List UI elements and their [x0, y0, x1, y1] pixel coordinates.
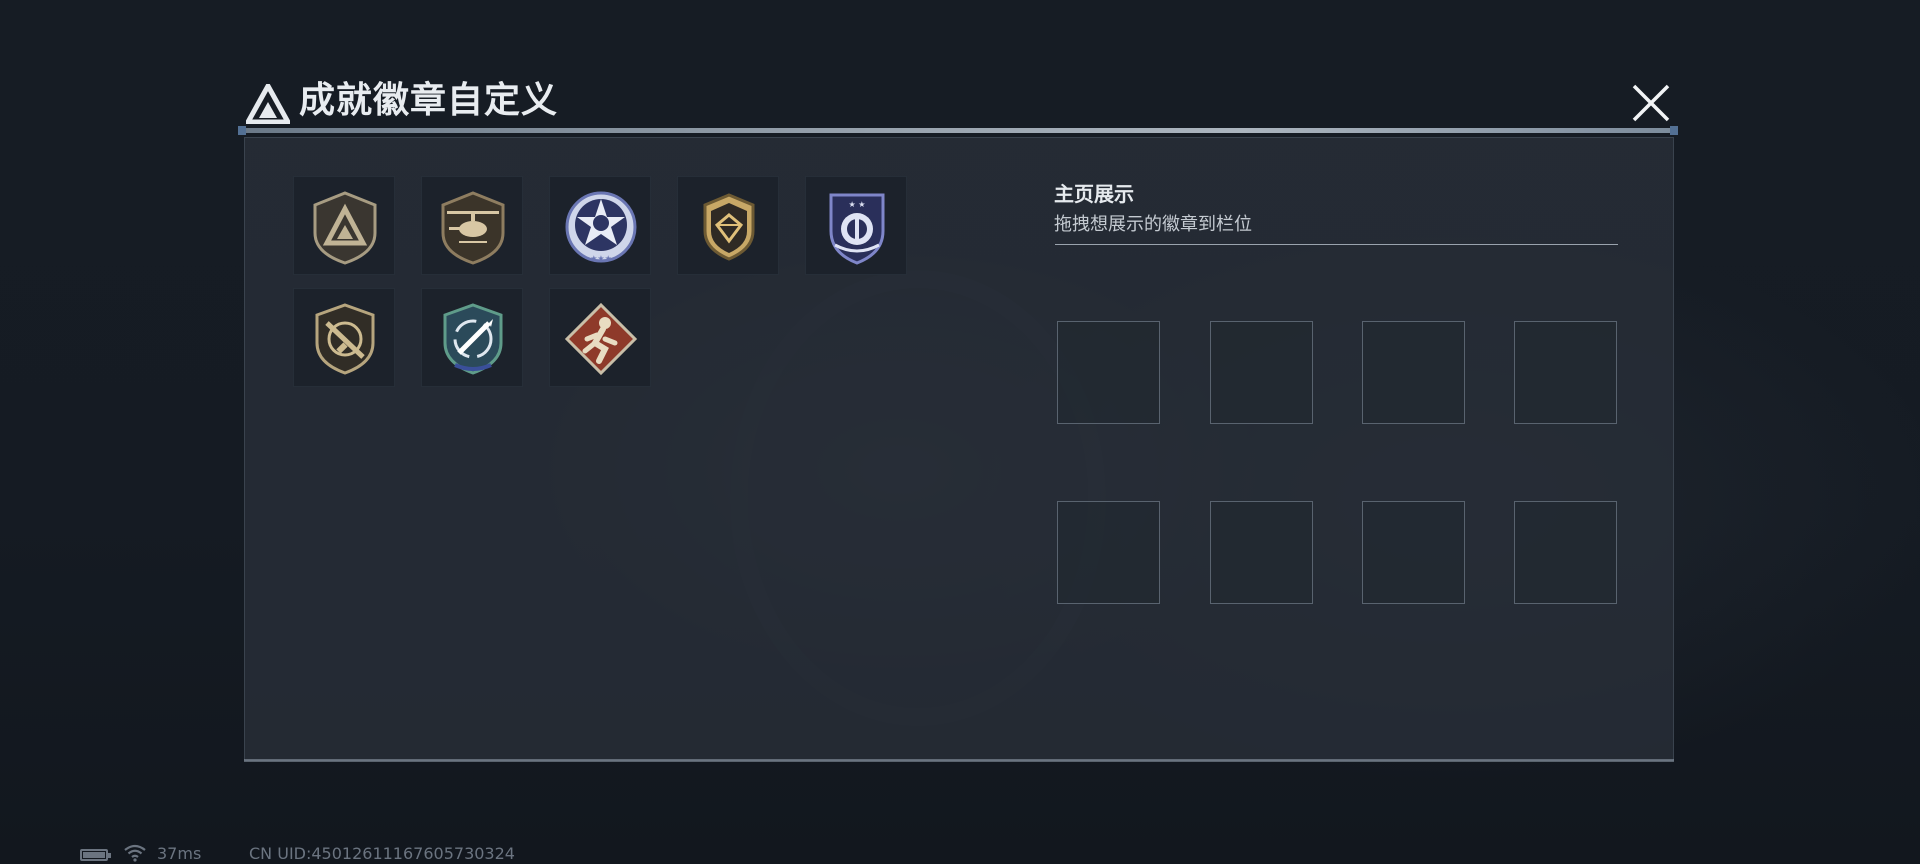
panel-bottom-edge [244, 759, 1674, 762]
dialog-title-bar: 成就徽章自定义 [238, 78, 1678, 135]
display-slot-5[interactable] [1057, 501, 1160, 604]
badge-helicopter[interactable] [421, 176, 523, 275]
player-uid: CN UID:450126111676057303​24 [249, 844, 515, 863]
homepage-display-divider [1055, 244, 1618, 245]
svg-text:★ ★: ★ ★ [849, 200, 866, 209]
dialog-title: 成就徽章自定义 [299, 80, 559, 121]
badge-star-skull[interactable]: ★★★ [549, 176, 651, 275]
display-slot-1[interactable] [1057, 321, 1160, 424]
badge-eagle-shield[interactable]: ★ ★ [805, 176, 907, 275]
close-button[interactable] [1628, 80, 1674, 126]
title-divider [238, 126, 1678, 135]
homepage-display-subtitle: 拖拽想展示的徽章到栏位 [1054, 214, 1252, 235]
helicopter-icon [441, 191, 505, 265]
diamond-shield-icon [703, 193, 755, 261]
badge-missile[interactable] [421, 288, 523, 387]
wifi-icon [124, 844, 146, 862]
display-slot-7[interactable] [1362, 501, 1465, 604]
rifle-icon [315, 303, 375, 375]
missile-icon [443, 303, 503, 375]
triangle-logo-icon [313, 191, 377, 265]
ping-readout: 37ms [157, 844, 202, 863]
homepage-display-title: 主页展示 [1054, 182, 1134, 206]
badge-runner[interactable] [549, 288, 651, 387]
display-slot-4[interactable] [1514, 321, 1617, 424]
display-slot-6[interactable] [1210, 501, 1313, 604]
triangle-logo-icon [246, 84, 290, 124]
eagle-shield-icon: ★ ★ [829, 193, 885, 265]
badge-triangle-logo[interactable] [293, 176, 395, 275]
badge-diamond-shield[interactable] [677, 176, 779, 275]
runner-icon [564, 302, 638, 376]
badge-rifle[interactable] [293, 288, 395, 387]
battery-icon [80, 849, 111, 861]
display-slot-8[interactable] [1514, 501, 1617, 604]
star-skull-icon: ★★★ [565, 191, 637, 263]
close-icon [1632, 84, 1670, 122]
display-slot-2[interactable] [1210, 321, 1313, 424]
svg-text:★★★: ★★★ [590, 254, 612, 263]
display-slot-3[interactable] [1362, 321, 1465, 424]
